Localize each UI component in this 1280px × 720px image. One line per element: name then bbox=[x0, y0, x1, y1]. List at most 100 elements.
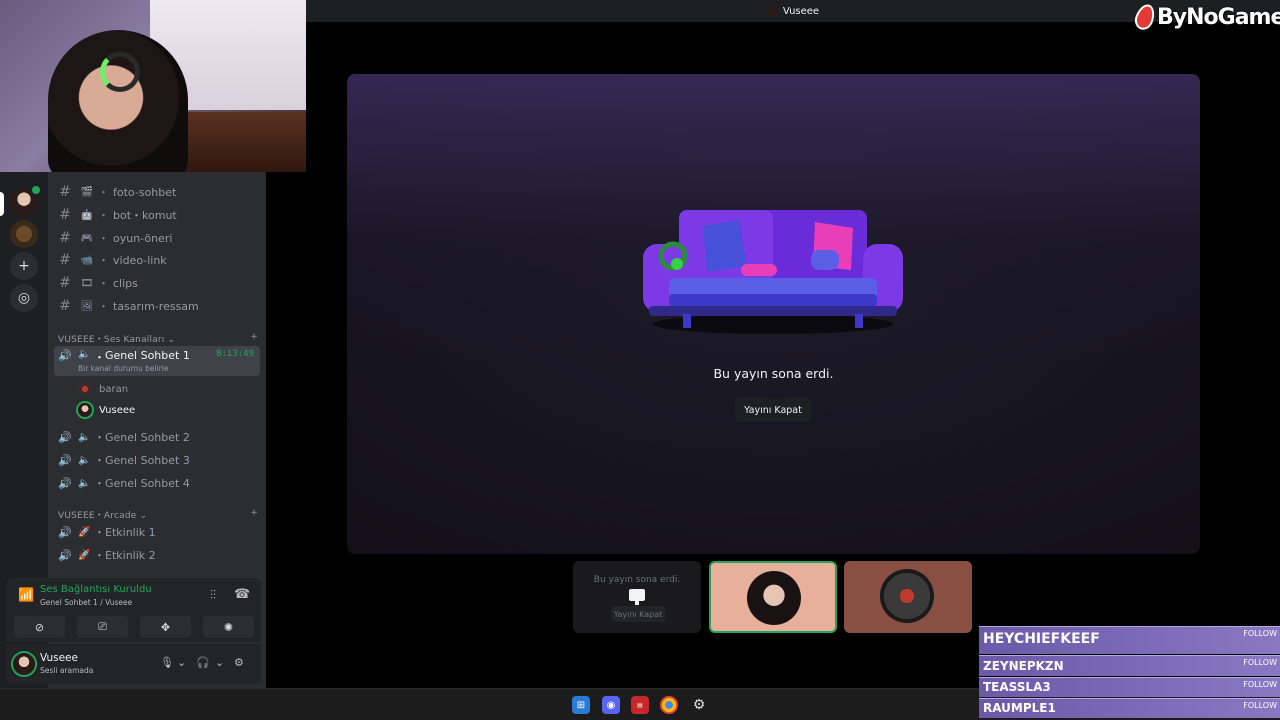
hash-icon: # bbox=[59, 252, 71, 268]
channel-name: Genel Sohbet 3 bbox=[105, 453, 190, 467]
rocket-icon: 🚀 bbox=[78, 549, 91, 561]
follower-alert: RAUMPLE1 FOLLOW bbox=[979, 698, 1280, 718]
voice-channel-etkinlik-2[interactable]: 🔊 🚀 ・ Etkinlik 2 bbox=[54, 543, 260, 567]
follower-alert: ZEYNEPKZN FOLLOW bbox=[979, 655, 1280, 676]
username[interactable]: Vuseee bbox=[40, 652, 78, 664]
hash-icon: # bbox=[59, 207, 71, 223]
channel-name: Etkinlik 2 bbox=[105, 548, 156, 562]
category-voice[interactable]: VUSEEE・Ses Kanalları ⌄ + bbox=[58, 332, 258, 345]
hash-icon: # bbox=[59, 184, 71, 200]
speaker-icon: 🔈 bbox=[78, 349, 91, 360]
microphone-icon[interactable]: 🎙 bbox=[160, 656, 174, 669]
connection-status[interactable]: Ses Bağlantısı Kuruldu bbox=[40, 584, 152, 595]
rocket-icon: 🚀 bbox=[78, 526, 91, 538]
voice-channel-etkinlik-1[interactable]: 🔊 🚀 ・ Etkinlik 1 bbox=[54, 520, 260, 544]
voice-icon: 🔊 bbox=[58, 548, 72, 562]
voice-timer: 8:13:49 bbox=[216, 349, 254, 359]
channel-name: Genel Sohbet 1 bbox=[105, 349, 190, 362]
brand-logo: ByNoGame bbox=[1132, 1, 1280, 33]
participant-tile-vuseee[interactable] bbox=[709, 561, 837, 633]
voice-action-bar: ⊘ ⎚ ✥ ✺ bbox=[14, 616, 254, 638]
speaker-icon: 🔈 bbox=[78, 454, 91, 466]
channel-name: video-link bbox=[113, 253, 167, 267]
participant-tile-baran[interactable] bbox=[844, 561, 972, 633]
chevron-down-icon: ⌄ bbox=[167, 335, 176, 345]
close-stream-button[interactable]: Yayını Kapat bbox=[735, 398, 811, 422]
active-server-indicator bbox=[0, 192, 4, 216]
channel-name: tasarım-ressam bbox=[113, 299, 199, 313]
channel-name: clips bbox=[113, 276, 138, 290]
server-icon bbox=[766, 6, 777, 16]
app-icon[interactable]: ⚙ bbox=[690, 696, 708, 714]
server-icon-2[interactable] bbox=[10, 220, 38, 248]
tile-stream-ended-message: Bu yayın sona erdi. bbox=[593, 575, 681, 585]
headset-icon bbox=[100, 52, 140, 92]
channel-item[interactable]: # 🖼 ・ tasarım-ressam bbox=[56, 295, 260, 317]
couch-illustration bbox=[643, 210, 903, 334]
speaker-icon: 🔈 bbox=[78, 431, 91, 443]
voice-active-icon: 🔊 bbox=[58, 349, 72, 362]
discord-icon[interactable]: ◉ bbox=[602, 696, 620, 714]
hash-icon: # bbox=[59, 230, 71, 246]
channel-name: Genel Sohbet 4 bbox=[105, 476, 190, 490]
headphones-icon[interactable]: 🎧 bbox=[196, 656, 210, 669]
chevron-down-icon[interactable]: ⌄ bbox=[177, 656, 186, 669]
screen-share-icon[interactable]: ⎚ bbox=[77, 616, 128, 638]
voice-channel-genel-sohbet-1[interactable]: 🔊 🔈 ・ Genel Sohbet 1 8:13:49 Bir kanal d… bbox=[54, 346, 260, 376]
window-title: Vuseee bbox=[782, 5, 820, 17]
hash-icon: # bbox=[59, 275, 71, 291]
follower-alert: HEYCHIEFKEEF FOLLOW bbox=[979, 626, 1280, 654]
server-icon-vuseee[interactable] bbox=[10, 184, 42, 216]
avatar[interactable] bbox=[13, 653, 35, 675]
user-status: Sesli aramada bbox=[40, 666, 94, 675]
speaker-icon: 🔈 bbox=[78, 477, 91, 489]
windows-start-icon[interactable]: ⊞ bbox=[572, 696, 590, 714]
soundboard-icon[interactable]: ✺ bbox=[203, 616, 254, 638]
voice-channel-genel-sohbet-3[interactable]: 🔊 🔈 ・ Genel Sohbet 3 bbox=[54, 448, 260, 472]
chevron-down-icon[interactable]: ⌄ bbox=[215, 656, 224, 669]
channel-item[interactable]: # 🤖 ・ bot・komut bbox=[56, 204, 260, 226]
channel-item[interactable]: # 🎮 ・ oyun-öneri bbox=[56, 227, 260, 249]
camera-off-icon[interactable]: ⊘ bbox=[14, 616, 65, 638]
notification-badge bbox=[30, 184, 42, 196]
avatar bbox=[78, 382, 92, 396]
channel-item[interactable]: # 📹 ・ video-link bbox=[56, 249, 260, 271]
signal-icon: 📶 bbox=[18, 588, 35, 603]
discover-icon[interactable]: ◎ bbox=[10, 284, 38, 312]
channel-name: bot・komut bbox=[113, 209, 177, 222]
stream-stage: Bu yayın sona erdi. Yayını Kapat bbox=[347, 74, 1200, 554]
avatar bbox=[880, 569, 934, 623]
voice-icon: 🔊 bbox=[58, 476, 72, 490]
avatar bbox=[78, 403, 92, 417]
tile-close-stream-button[interactable]: Yayını Kapat bbox=[611, 606, 665, 622]
channel-item[interactable]: # 🎞 ・ clips bbox=[56, 272, 260, 294]
voice-member[interactable]: baran bbox=[78, 379, 128, 399]
logo-text: ByNoGame bbox=[1157, 4, 1280, 30]
voice-channel-genel-sohbet-4[interactable]: 🔊 🔈 ・ Genel Sohbet 4 bbox=[54, 471, 260, 495]
channel-item[interactable]: # 🎬 ・ foto-sohbet bbox=[56, 181, 260, 203]
disconnect-icon[interactable]: ☎ bbox=[234, 587, 250, 602]
channel-name: Genel Sohbet 2 bbox=[105, 430, 190, 444]
voice-channel-genel-sohbet-2[interactable]: 🔊 🔈 ・ Genel Sohbet 2 bbox=[54, 425, 260, 449]
follower-alert: TEASSLA3 FOLLOW bbox=[979, 677, 1280, 697]
obs-app-icon[interactable]: ▤ bbox=[631, 696, 649, 714]
logo-mark-icon bbox=[1132, 1, 1158, 33]
user-panel: Vuseee Sesli aramada 🎙 ⌄ 🎧 ⌄ ⚙ bbox=[6, 644, 261, 684]
category-label: VUSEEE・Ses Kanalları bbox=[58, 335, 165, 345]
add-channel-icon[interactable]: + bbox=[250, 332, 258, 345]
add-server-icon[interactable]: + bbox=[10, 252, 38, 280]
gear-icon[interactable]: ⚙ bbox=[234, 656, 244, 669]
avatar bbox=[747, 571, 801, 625]
channel-status-prompt[interactable]: Bir kanal durumu belirle bbox=[78, 364, 168, 373]
activities-icon[interactable]: ✥ bbox=[140, 616, 191, 638]
chrome-icon[interactable] bbox=[660, 696, 678, 714]
voice-member[interactable]: Vuseee bbox=[78, 400, 135, 420]
voice-icon: 🔊 bbox=[58, 525, 72, 539]
hash-icon: # bbox=[59, 298, 71, 314]
channel-name: oyun-öneri bbox=[113, 231, 173, 245]
voice-icon: 🔊 bbox=[58, 430, 72, 444]
stream-ended-message: Bu yayın sona erdi. bbox=[713, 366, 834, 381]
stream-tile[interactable]: Bu yayın sona erdi. Yayını Kapat bbox=[573, 561, 701, 633]
connection-location[interactable]: Genel Sohbet 1 / Vuseee bbox=[40, 598, 132, 607]
noise-suppression-icon[interactable]: ⫶⫶ bbox=[210, 588, 216, 603]
